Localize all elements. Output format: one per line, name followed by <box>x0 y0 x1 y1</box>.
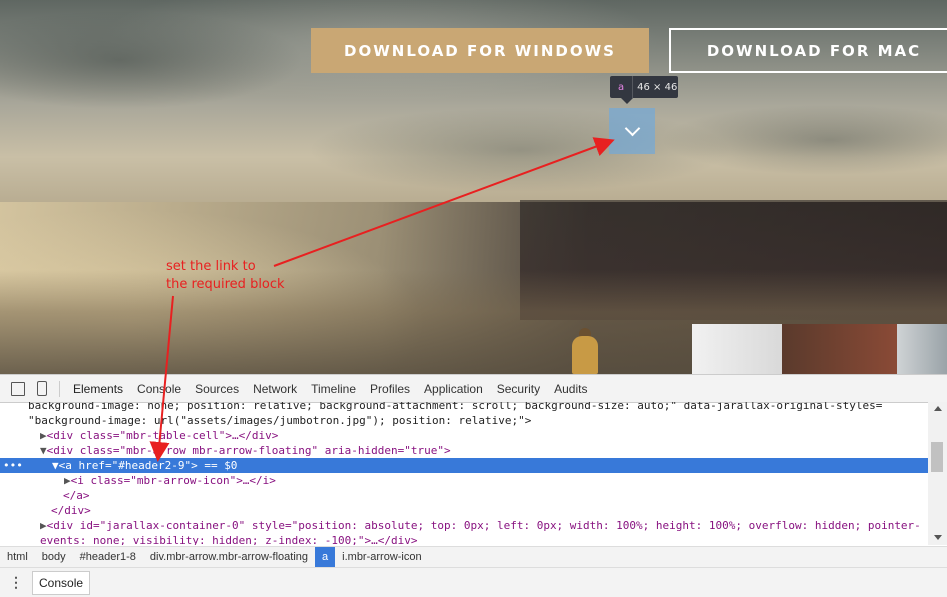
chevron-down-icon <box>624 120 640 136</box>
dom-line[interactable]: "background-image: url("assets/images/ju… <box>28 413 928 428</box>
tab-audits[interactable]: Audits <box>547 375 594 402</box>
tab-console[interactable]: Console <box>130 375 188 402</box>
tab-sources[interactable]: Sources <box>188 375 246 402</box>
thumbnail-part <box>782 324 897 374</box>
more-options-icon[interactable]: ••• <box>3 458 23 473</box>
dom-code: events: none; visibility: hidden; z-inde… <box>40 534 418 545</box>
dom-line-selected[interactable]: ••• ▼<a href="#header2-9"> == $0 <box>0 458 928 473</box>
page-viewport: DOWNLOAD FOR WINDOWS DOWNLOAD FOR MAC a … <box>0 0 947 374</box>
dom-scrollbar[interactable] <box>928 402 947 545</box>
dom-line[interactable]: </a> <box>63 488 928 503</box>
download-mac-button[interactable]: DOWNLOAD FOR MAC <box>669 28 947 73</box>
tooltip-size: 46 × 46 <box>632 76 677 98</box>
dom-breadcrumb: html body #header1-8 div.mbr-arrow.mbr-a… <box>0 546 947 568</box>
tab-application[interactable]: Application <box>417 375 490 402</box>
tab-elements[interactable]: Elements <box>66 375 130 402</box>
annotation-text: set the link to the required block <box>166 259 285 292</box>
thumbnail-part <box>692 324 782 374</box>
dom-line[interactable]: events: none; visibility: hidden; z-inde… <box>40 533 928 545</box>
inspect-element-icon[interactable] <box>11 381 25 396</box>
crumb-a-selected[interactable]: a <box>315 547 336 567</box>
tab-security[interactable]: Security <box>490 375 547 402</box>
dom-line[interactable]: background-image: none; position: relati… <box>28 402 928 413</box>
dom-code: <div class="mbr-table-cell">…</div> <box>46 429 279 442</box>
collapse-triangle-icon[interactable]: ▼ <box>52 459 59 472</box>
crumb-arrow-icon[interactable]: i.mbr-arrow-icon <box>335 547 428 567</box>
expand-triangle-icon[interactable]: ▶ <box>64 474 71 487</box>
dom-line[interactable]: ▼<div class="mbr-arrow mbr-arrow-floatin… <box>0 443 928 458</box>
scroll-thumb[interactable] <box>931 442 943 472</box>
dom-line[interactable]: </div> <box>51 503 928 518</box>
toolbar-separator <box>59 380 60 397</box>
tooltip-tag: a <box>618 81 625 93</box>
thumbnail-part <box>897 324 947 374</box>
expand-triangle-icon[interactable]: ▶ <box>40 429 47 442</box>
crumb-arrow-div[interactable]: div.mbr-arrow.mbr-arrow-floating <box>143 547 315 567</box>
devtools-panel: Elements Console Sources Network Timelin… <box>0 374 947 597</box>
dom-code: <div id="jarallax-container-0" style="po… <box>46 519 921 532</box>
kebab-menu-icon[interactable]: ⋮ <box>8 574 24 591</box>
dom-code: </a> <box>63 489 90 502</box>
download-windows-button[interactable]: DOWNLOAD FOR WINDOWS <box>311 28 649 73</box>
dom-code: <i class="mbr-arrow-icon">…</i> <box>70 474 276 487</box>
scroll-up-icon[interactable] <box>934 406 942 411</box>
devtools-drawer: ⋮ Console <box>0 568 947 597</box>
dom-line[interactable]: ▶<div class="mbr-table-cell">…</div> <box>0 428 928 443</box>
dom-code: <a href="#header2-9"> == $0 <box>58 459 238 472</box>
tab-timeline[interactable]: Timeline <box>304 375 363 402</box>
devtools-toolbar: Elements Console Sources Network Timelin… <box>0 375 947 403</box>
inspect-tooltip: a 46 × 46 <box>610 76 678 98</box>
crumb-body[interactable]: body <box>35 547 73 567</box>
scroll-arrow-link[interactable] <box>609 108 655 154</box>
tab-network[interactable]: Network <box>246 375 304 402</box>
dom-tree: background-image: none; position: relati… <box>0 402 928 545</box>
dom-line[interactable]: ▶<div id="jarallax-container-0" style="p… <box>0 518 928 533</box>
thumbnail-photo <box>692 324 947 374</box>
expand-triangle-icon[interactable]: ▶ <box>40 519 47 532</box>
crumb-html[interactable]: html <box>0 547 35 567</box>
tooltip-caret <box>621 98 633 104</box>
dom-code: <div class="mbr-arrow mbr-arrow-floating… <box>46 444 451 457</box>
dom-code: </div> <box>51 504 91 517</box>
hiker-figure <box>572 336 598 374</box>
device-toolbar-icon[interactable] <box>37 381 47 396</box>
crumb-header[interactable]: #header1-8 <box>73 547 143 567</box>
tab-profiles[interactable]: Profiles <box>363 375 417 402</box>
drawer-console-tab[interactable]: Console <box>32 570 91 595</box>
collapse-triangle-icon[interactable]: ▼ <box>40 444 47 457</box>
dom-line[interactable]: ▶<i class="mbr-arrow-icon">…</i> <box>0 473 928 488</box>
scroll-down-icon[interactable] <box>934 535 942 540</box>
